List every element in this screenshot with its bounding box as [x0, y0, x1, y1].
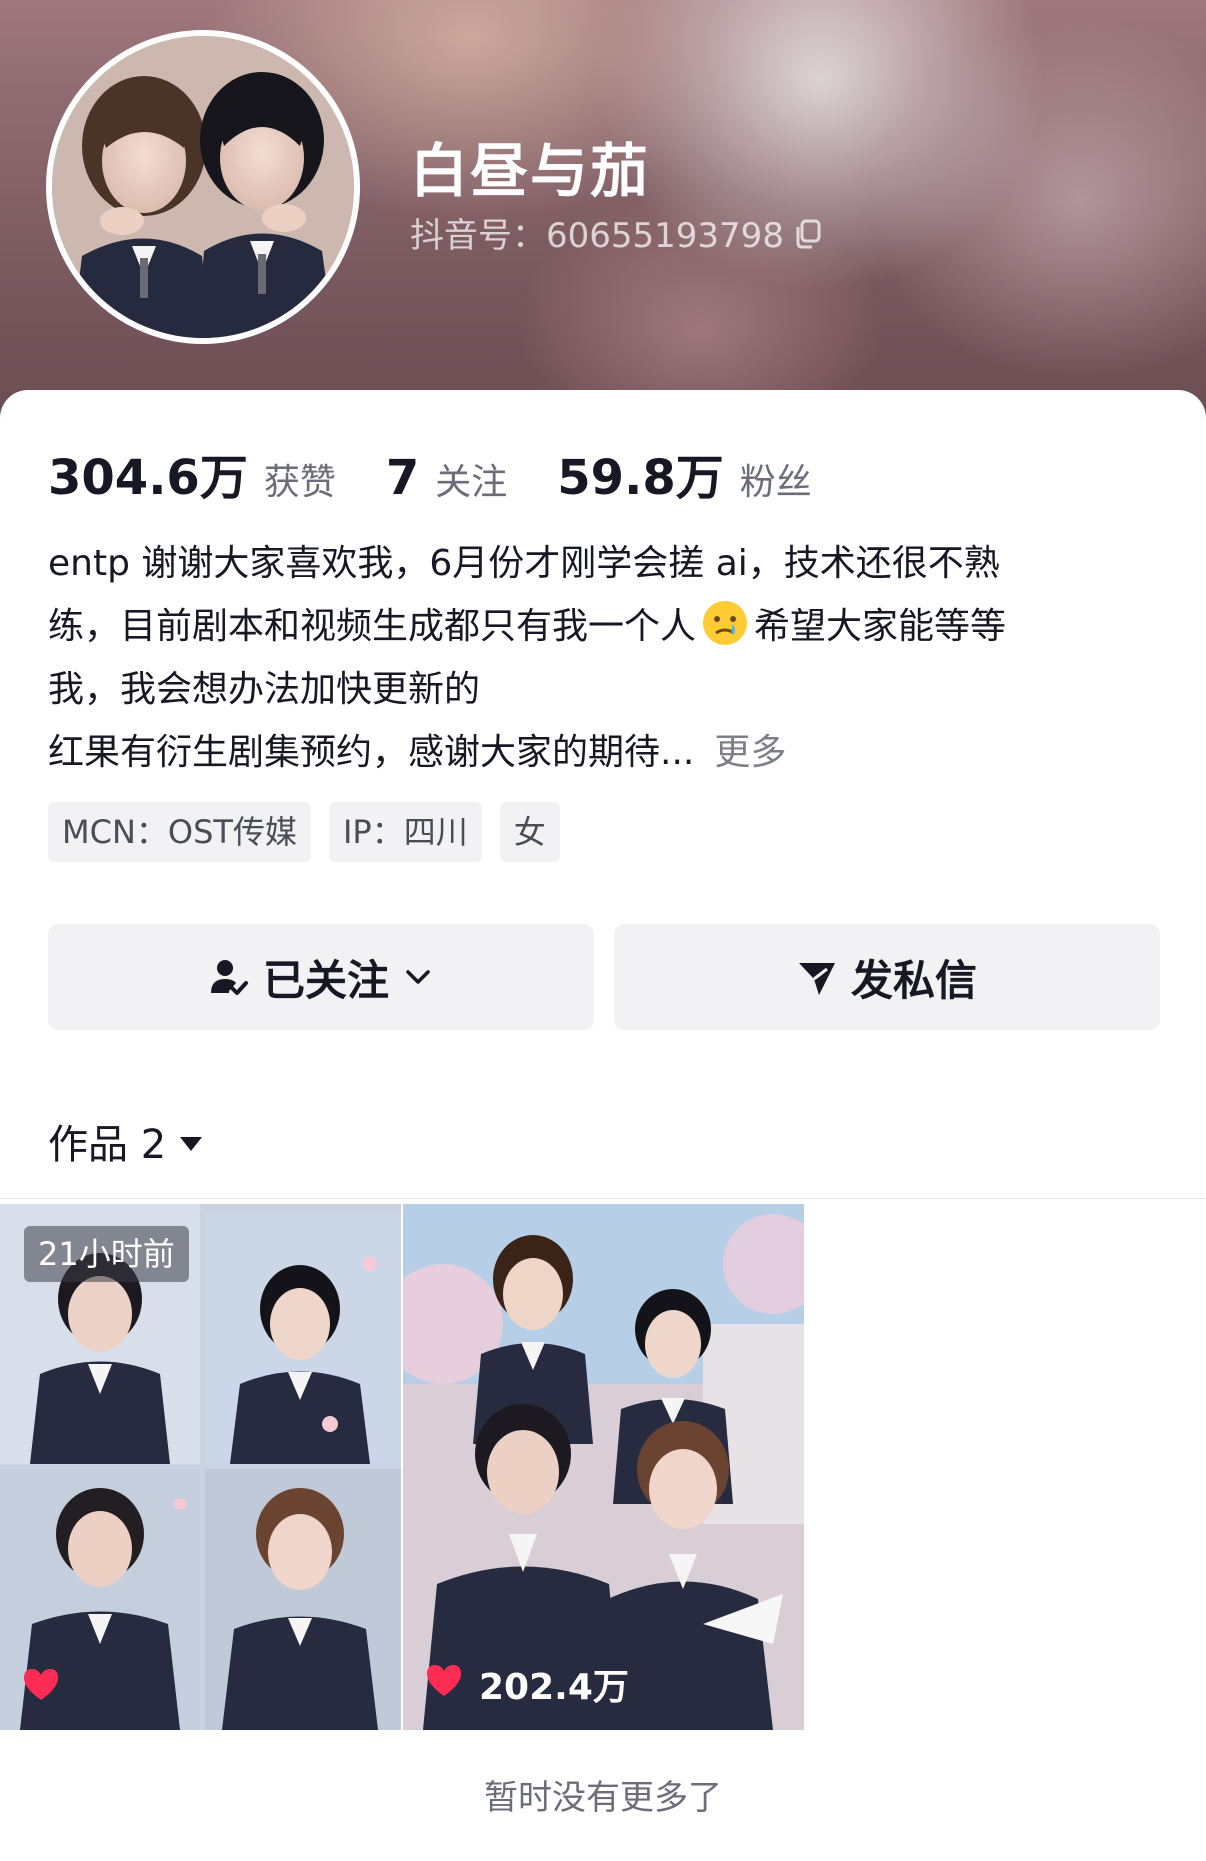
stat-likes[interactable]: 304.6万 获赞 — [48, 438, 336, 508]
like-count — [22, 1667, 76, 1710]
bio-more-link[interactable]: 更多 — [714, 732, 786, 773]
tag-ip-location: IP：四川 — [328, 802, 482, 862]
video-cover-image — [403, 1204, 804, 1730]
video-thumbnail[interactable]: 202.4万 — [403, 1204, 804, 1730]
bio: entp 谢谢大家喜欢我，6月份才刚学会搓 ai，技术还很不熟 练，目前剧本和视… — [48, 532, 1168, 784]
stat-likes-label: 获赞 — [263, 462, 336, 503]
divider — [0, 1198, 1206, 1199]
avatar[interactable] — [46, 30, 360, 344]
following-button-label: 已关注 — [262, 955, 389, 1005]
works-tab-label: 作品 2 — [48, 1122, 167, 1168]
user-check-icon — [209, 957, 249, 997]
tag-gender: 女 — [499, 802, 560, 862]
video-cover-image — [0, 1204, 401, 1730]
message-button[interactable]: 发私信 — [614, 924, 1160, 1030]
tag-mcn: MCN：OST传媒 — [48, 802, 311, 862]
stat-followers[interactable]: 59.8万 粉丝 — [557, 438, 811, 508]
video-thumbnail[interactable]: 21小时前 — [0, 1204, 401, 1730]
stats-row: 304.6万 获赞 7 关注 59.8万 粉丝 — [48, 438, 862, 508]
stat-following-value: 7 — [385, 450, 420, 506]
heart-icon — [22, 1667, 60, 1710]
avatar-image — [52, 36, 354, 338]
copy-icon[interactable] — [794, 218, 822, 248]
heart-icon — [425, 1663, 463, 1706]
caret-down-icon — [178, 1118, 204, 1164]
nickname: 白昼与茄 — [410, 137, 651, 205]
bio-line: 练，目前剧本和视频生成都只有我一个人 希望大家能等等 — [48, 595, 1168, 658]
douyin-id[interactable]: 抖音号：60655193798 — [410, 208, 822, 257]
message-button-label: 发私信 — [850, 955, 977, 1005]
stat-followers-value: 59.8万 — [557, 450, 724, 506]
crying-face-icon — [700, 598, 750, 648]
action-buttons: 已关注 发私信 — [48, 924, 1160, 1030]
profile-tags: MCN：OST传媒 IP：四川 女 — [48, 802, 560, 862]
stat-following[interactable]: 7 关注 — [386, 450, 507, 506]
douyin-id-text: 抖音号：60655193798 — [410, 216, 784, 256]
cover-image: 白昼与茄 抖音号：60655193798 — [0, 0, 1206, 420]
like-count: 202.4万 — [425, 1658, 629, 1710]
post-time-badge: 21小时前 — [24, 1226, 189, 1282]
chevron-down-icon — [403, 962, 433, 992]
profile-card: 304.6万 获赞 7 关注 59.8万 粉丝 entp 谢谢大家喜欢我，6月份… — [0, 390, 1206, 1861]
works-tab[interactable]: 作品 2 — [48, 1112, 204, 1170]
send-icon — [797, 957, 837, 997]
no-more-text: 暂时没有更多了 — [484, 1778, 722, 1818]
bio-line: 红果有衍生剧集预约，感谢大家的期待... 更多 — [48, 732, 787, 773]
like-count-value: 202.4万 — [479, 1667, 629, 1708]
bio-line: entp 谢谢大家喜欢我，6月份才刚学会搓 ai，技术还很不熟 — [48, 543, 1000, 584]
stat-followers-label: 粉丝 — [739, 462, 812, 503]
stat-following-label: 关注 — [435, 462, 508, 503]
profile-page: 白昼与茄 抖音号：60655193798 304.6万 获赞 7 关注 59.8… — [0, 0, 1206, 1861]
following-button[interactable]: 已关注 — [48, 924, 594, 1030]
stat-likes-value: 304.6万 — [48, 450, 248, 506]
bio-line: 我，我会想办法加快更新的 — [48, 669, 481, 710]
